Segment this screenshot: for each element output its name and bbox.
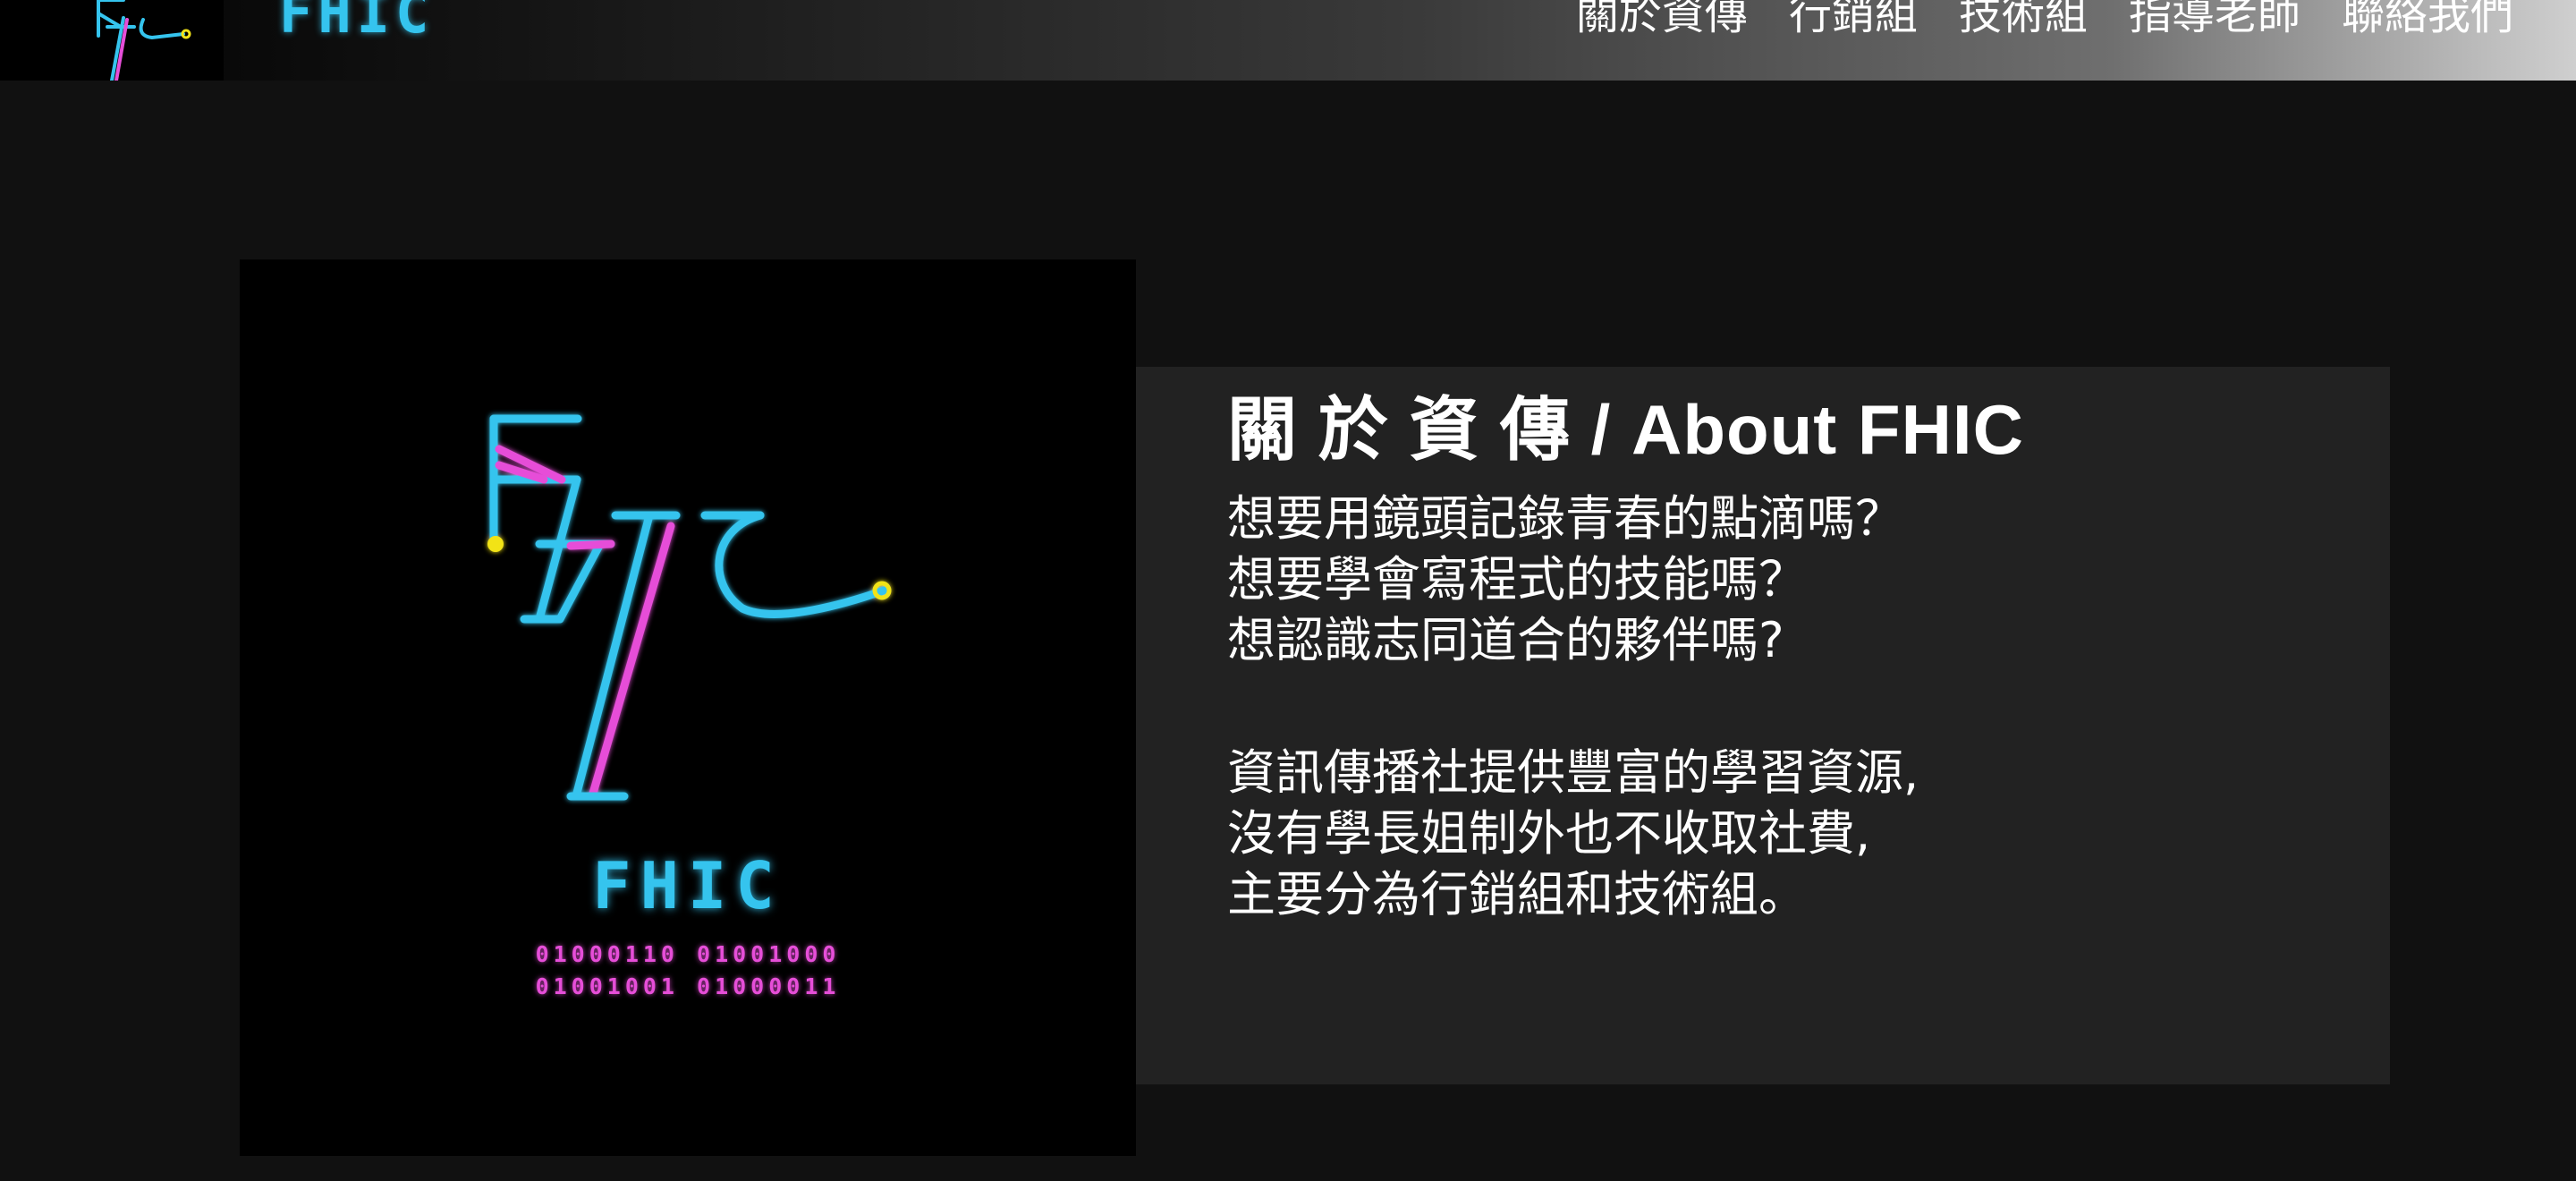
about-title: 關 於 資 傳 / About FHIC (1227, 390, 2024, 470)
brand-name[interactable]: FHIC (279, 0, 434, 46)
about-paragraph-details: 資訊傳播社提供豐富的學習資源, 沒有學長姐制外也不收取社費, 主要分為行銷組和技… (1227, 743, 1919, 925)
navbar: FHIC 關於資傳 行銷組 技術組 指導老師 聯絡我們 (0, 0, 2576, 81)
about-card (1136, 367, 2390, 1084)
about-line: 資訊傳播社提供豐富的學習資源, (1227, 744, 1919, 801)
nav-link-contact[interactable]: 聯絡我們 (2342, 0, 2513, 41)
nav-links: 關於資傳 行銷組 技術組 指導老師 聯絡我們 (1576, 0, 2513, 41)
binary-line-2: 01001001 01000011 (535, 973, 841, 999)
nav-logo[interactable] (0, 0, 224, 81)
about-line: 主要分為行銷組和技術組。 (1227, 866, 1807, 922)
about-line: 想要學會寫程式的技能嗎？ (1227, 551, 1807, 607)
about-line: 想要用鏡頭記錄青春的點滴嗎？ (1227, 490, 1903, 547)
nav-link-marketing[interactable]: 行銷組 (1789, 0, 1918, 41)
fhic-logo-icon (97, 0, 191, 81)
nav-link-about[interactable]: 關於資傳 (1576, 0, 1748, 41)
nav-link-technical[interactable]: 技術組 (1959, 0, 2088, 41)
nav-link-advisor[interactable]: 指導老師 (2129, 0, 2301, 41)
about-line: 沒有學長姐制外也不收取社費, (1227, 805, 1871, 862)
about-paragraph-intro: 想要用鏡頭記錄青春的點滴嗎？ 想要學會寫程式的技能嗎？ 想認識志同道合的夥伴嗎? (1227, 489, 1903, 671)
about-line: 想認識志同道合的夥伴嗎? (1227, 612, 1784, 668)
fhic-neon-logo-icon (487, 414, 892, 801)
logo-panel: FHIC 01000110 01001000 01001001 01000011 (240, 259, 1136, 1156)
logo-text: FHIC (592, 848, 784, 923)
binary-line-1: 01000110 01001000 (535, 941, 841, 967)
